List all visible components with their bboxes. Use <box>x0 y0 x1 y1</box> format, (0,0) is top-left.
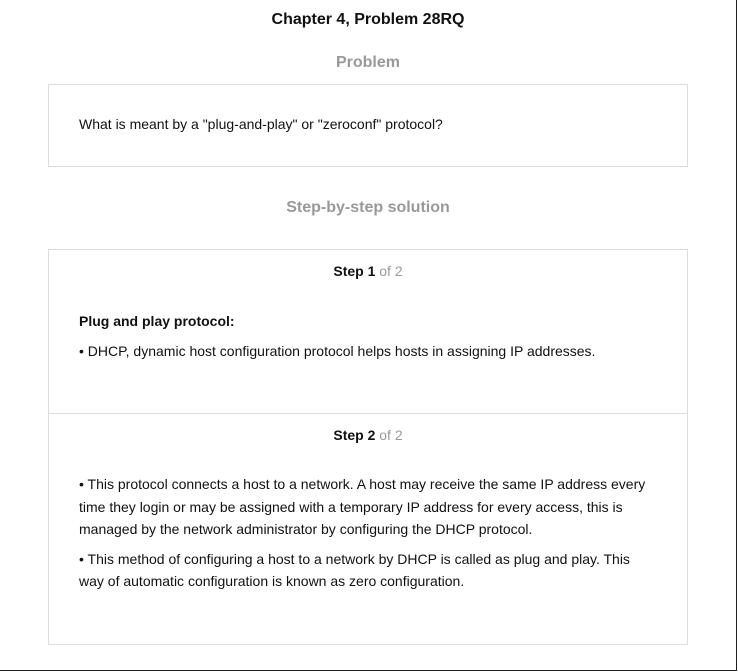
step-1-label: Step 1 <box>333 263 376 279</box>
step-1: Step 1 of 2 Plug and play protocol: • DH… <box>49 250 687 414</box>
step-1-paragraph: • DHCP, dynamic host configuration proto… <box>79 342 596 359</box>
step-1-body: Plug and play protocol: • DHCP, dynamic … <box>79 310 657 369</box>
step-2-paragraph: • This protocol connects a host to a net… <box>79 476 646 537</box>
step-2: Step 2 of 2 • This protocol connects a h… <box>49 414 687 644</box>
solution-heading: Step-by-step solution <box>286 199 450 216</box>
page-frame: Chapter 4, Problem 28RQ Problem What is … <box>0 0 737 671</box>
problem-heading: Problem <box>335 54 400 71</box>
problem-text: What is meant by a "plug-and-play" or "z… <box>79 116 443 132</box>
step-2-count: of 2 <box>375 427 403 443</box>
step-2-label: Step 2 <box>333 427 376 443</box>
step-2-header: Step 2 of 2 <box>49 427 687 443</box>
step-1-subheading: Plug and play protocol: <box>79 313 235 329</box>
step-2-body: • This protocol connects a host to a net… <box>79 473 657 600</box>
solution-steps-box: Step 1 of 2 Plug and play protocol: • DH… <box>48 249 688 645</box>
step-2-paragraph: • This method of configuring a host to a… <box>79 550 630 590</box>
step-1-count: of 2 <box>375 263 403 279</box>
step-1-header: Step 1 of 2 <box>49 263 687 279</box>
page-title: Chapter 4, Problem 28RQ <box>271 11 465 28</box>
problem-box: What is meant by a "plug-and-play" or "z… <box>48 84 688 167</box>
